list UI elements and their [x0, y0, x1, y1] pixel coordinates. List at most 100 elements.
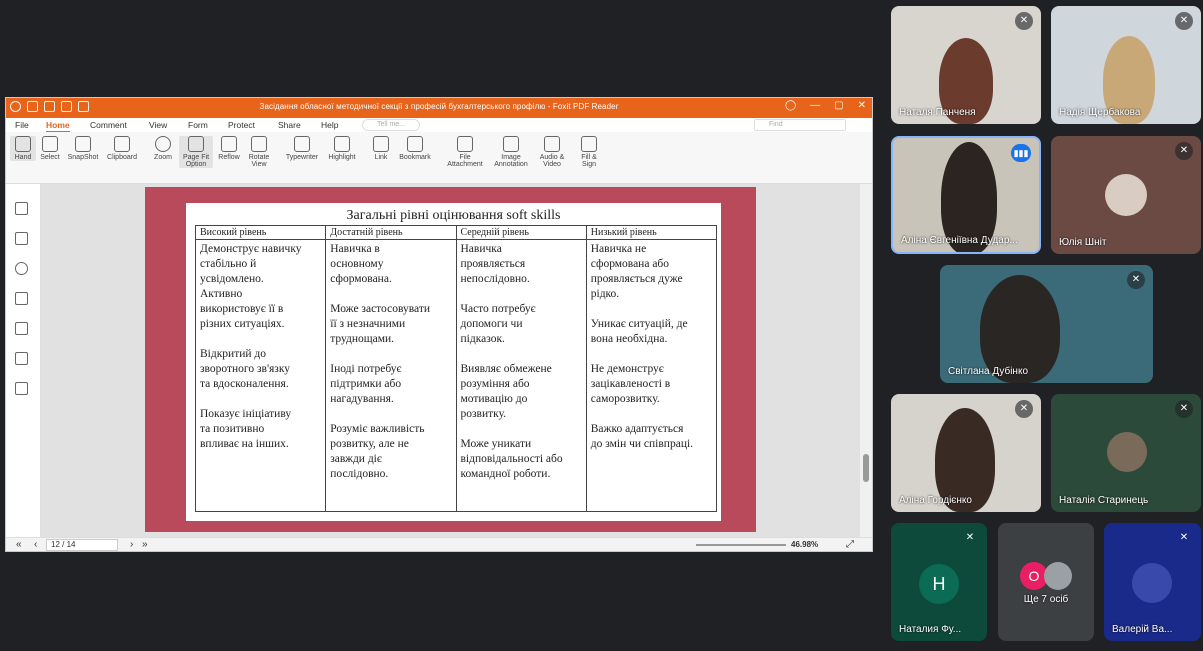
more-participants-label: Ще 7 осіб — [1023, 594, 1069, 605]
media-icon — [544, 136, 560, 152]
menu-help[interactable]: Help — [321, 120, 338, 130]
tell-me-input[interactable]: Tell me... — [362, 119, 420, 131]
reflow-icon — [221, 136, 237, 152]
fullscreen-icon[interactable]: ⤢ — [846, 539, 854, 550]
clipboard-button[interactable]: Clipboard — [104, 136, 140, 161]
participant-tile[interactable]: ✕ Наталія Старинець — [1051, 394, 1201, 512]
zoom-slider[interactable] — [696, 544, 786, 546]
navigation-pane — [6, 184, 41, 537]
mic-off-icon: ✕ — [1175, 400, 1193, 418]
highlight-button[interactable]: Highlight — [324, 136, 360, 161]
participant-tile[interactable]: ✕ Наталя Панченя — [891, 6, 1041, 124]
minimize-button[interactable]: — — [810, 100, 820, 111]
signature-panel-icon[interactable] — [15, 382, 28, 395]
last-page-icon[interactable]: » — [142, 539, 148, 550]
menu-file[interactable]: File — [15, 120, 29, 130]
bookmark-icon — [407, 136, 423, 152]
image-icon — [503, 136, 519, 152]
menu-view[interactable]: View — [149, 120, 167, 130]
menu-bar: File Home Comment View Form Protect Shar… — [6, 118, 872, 133]
participant-tile[interactable]: ✕ Аліна Гордієнко — [891, 394, 1041, 512]
attachment-icon — [457, 136, 473, 152]
menu-form[interactable]: Form — [188, 120, 208, 130]
bookmark-panel-icon[interactable] — [15, 202, 28, 215]
fill-sign-button[interactable]: Fill & Sign — [574, 136, 604, 168]
maximize-button[interactable]: ▢ — [834, 100, 843, 111]
avatar — [1132, 563, 1172, 603]
hand-tool-button[interactable]: Hand — [10, 136, 36, 161]
column-header: Достатній рівень — [326, 226, 456, 240]
zoom-icon — [155, 136, 171, 152]
typewriter-icon — [294, 136, 310, 152]
menu-protect[interactable]: Protect — [228, 120, 255, 130]
participant-tile[interactable]: ✕ Надія Щербакова — [1051, 6, 1201, 124]
participant-tile[interactable]: ✕ Валерій Ва... — [1104, 523, 1201, 641]
avatar — [1107, 432, 1147, 472]
image-annotation-button[interactable]: Image Annotation — [490, 136, 532, 168]
camera-icon — [75, 136, 91, 152]
snapshot-button[interactable]: SnapShot — [66, 136, 100, 161]
participant-tile[interactable]: Н ✕ Наталия Фу... — [891, 523, 987, 641]
more-participants-tile[interactable]: О Ще 7 осіб — [998, 523, 1094, 641]
column-low: Низький рівень Навичка не сформована або … — [586, 226, 716, 511]
bookmark-button[interactable]: Bookmark — [396, 136, 434, 161]
attachments-panel-icon[interactable] — [15, 322, 28, 335]
participant-name: Юлія Шніт — [1059, 237, 1107, 248]
hand-icon — [15, 136, 31, 152]
cursor-icon — [42, 136, 58, 152]
ribbon-toolbar: Hand Select SnapShot Clipboard Zoom Page… — [6, 132, 872, 184]
pages-panel-icon[interactable] — [15, 232, 28, 245]
first-page-icon[interactable]: « — [16, 539, 22, 550]
column-header: Низький рівень — [586, 226, 716, 240]
participant-name: Наталия Фу... — [899, 624, 962, 635]
link-button[interactable]: Link — [370, 136, 392, 161]
reflow-button[interactable]: Reflow — [216, 136, 242, 161]
mic-off-icon: ✕ — [1175, 12, 1193, 30]
column-body: Навичка проявляється непослідовно. Часто… — [460, 243, 563, 480]
menu-comment[interactable]: Comment — [90, 120, 127, 130]
participant-name: Надія Щербакова — [1059, 107, 1141, 118]
soft-skills-table: Високий рівень Демонструє навичку стабіль… — [195, 225, 717, 512]
rotate-view-button[interactable]: Rotate View — [245, 136, 273, 168]
scrollbar-thumb[interactable] — [863, 454, 869, 482]
participant-name: Аліна Євгеніївна Дудар... — [901, 235, 1018, 246]
account-icon[interactable]: ◯ — [785, 100, 796, 111]
clipboard-icon — [114, 136, 130, 152]
zoom-button[interactable]: Zoom — [150, 136, 176, 161]
participant-tile[interactable]: ✕ Юлія Шніт — [1051, 136, 1201, 254]
file-attachment-button[interactable]: File Attachment — [444, 136, 486, 168]
page-number-input[interactable]: 12 / 14 — [46, 539, 118, 551]
participant-name: Наталія Старинець — [1059, 495, 1149, 506]
status-bar: « ‹ 12 / 14 › » 46.98% ⤢ — [6, 537, 872, 551]
column-header: Високий рівень — [196, 226, 326, 240]
typewriter-button[interactable]: Typewriter — [282, 136, 322, 161]
participant-tile[interactable]: ✕ Світлана Дубінко — [940, 265, 1153, 383]
vertical-scrollbar[interactable] — [860, 184, 872, 537]
menu-share[interactable]: Share — [278, 120, 301, 130]
column-header: Середній рівень — [456, 226, 586, 240]
mic-off-icon: ✕ — [965, 532, 975, 543]
column-sufficient: Достатній рівень Навичка в основному сфор… — [326, 226, 457, 511]
security-panel-icon[interactable] — [15, 352, 28, 365]
audio-video-button[interactable]: Audio & Video — [536, 136, 568, 168]
page-fit-icon — [188, 136, 204, 152]
speaking-indicator-icon: ▮▮▮ — [1011, 144, 1031, 162]
page-fit-option-button[interactable]: Page Fit Option — [179, 136, 213, 168]
previous-page-icon[interactable]: ‹ — [34, 539, 37, 550]
mic-off-icon: ✕ — [1179, 532, 1189, 543]
participant-name: Валерій Ва... — [1112, 624, 1173, 635]
participant-name: Наталя Панченя — [899, 107, 976, 118]
close-button[interactable]: ✕ — [858, 100, 866, 111]
zoom-level: 46.98% — [791, 540, 819, 549]
column-body: Навичка в основному сформована. Може зас… — [330, 243, 430, 480]
layers-panel-icon[interactable] — [15, 292, 28, 305]
column-high: Високий рівень Демонструє навичку стабіль… — [196, 226, 327, 511]
next-page-icon[interactable]: › — [130, 539, 133, 550]
column-medium: Середній рівень Навичка проявляється непо… — [456, 226, 587, 511]
select-tool-button[interactable]: Select — [38, 136, 62, 161]
slide-page: Загальні рівні оцінювання soft skills Ви… — [186, 203, 721, 521]
slide-title: Загальні рівні оцінювання soft skills — [346, 208, 561, 223]
find-input[interactable]: Find — [754, 119, 846, 131]
comments-panel-icon[interactable] — [15, 262, 28, 275]
participant-tile-active[interactable]: ▮▮▮ Аліна Євгеніївна Дудар... — [891, 136, 1041, 254]
